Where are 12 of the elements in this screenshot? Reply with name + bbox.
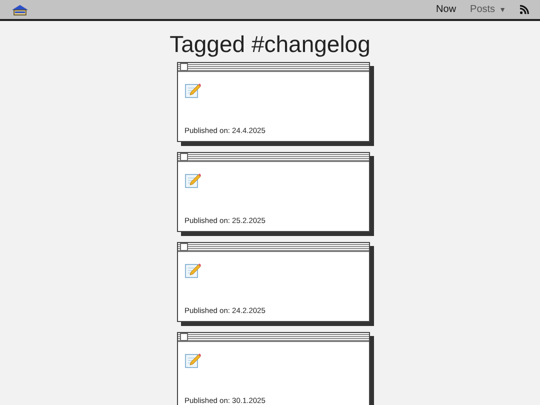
page-heading: Tagged #changelog <box>168 30 372 58</box>
house-icon[interactable] <box>11 4 29 16</box>
nav-link[interactable]: Now <box>436 4 456 15</box>
close-box-icon[interactable] <box>180 243 188 251</box>
rss-icon[interactable] <box>520 5 529 14</box>
close-box-icon[interactable] <box>180 153 188 161</box>
memo-pencil-icon <box>184 82 200 98</box>
close-box-icon[interactable] <box>180 333 188 341</box>
memo-pencil-icon <box>184 352 200 368</box>
close-box-icon[interactable] <box>180 63 188 71</box>
memo-pencil-icon <box>184 262 200 278</box>
memo-pencil-icon <box>184 172 200 188</box>
